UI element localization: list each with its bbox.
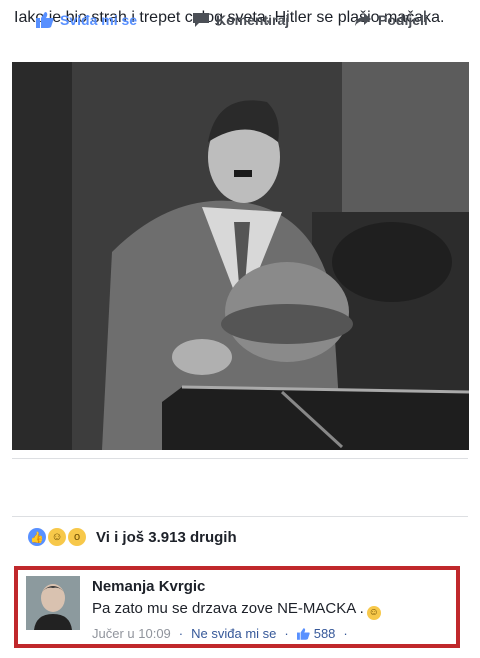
wow-icon: o: [68, 528, 86, 546]
reactions-count[interactable]: Vi i još 3.913 drugih: [96, 529, 237, 546]
like-icon: 👍: [28, 528, 46, 546]
comment-body: Pa zato mu se drzava zove NE-MACKA .: [92, 600, 364, 617]
share-icon: [355, 13, 371, 26]
comment-author[interactable]: Nemanja Kvrgic: [92, 578, 205, 595]
share-label: Podijeli: [378, 12, 428, 28]
comment-icon: [193, 13, 209, 27]
unlike-button[interactable]: Ne sviđa mi se: [191, 626, 276, 641]
comment-meta: Jučer u 10:09 · Ne sviđa mi se · 588 ·: [92, 626, 348, 641]
smiley-emoji-icon: ☺: [366, 606, 381, 620]
comment-like-count: 588: [313, 626, 336, 641]
separator-dot: ·: [178, 626, 184, 641]
comment-text: Pa zato mu se drzava zove NE-MACKA . ☺: [92, 600, 381, 620]
like-button[interactable]: Sviđa mi se: [36, 12, 137, 28]
divider: [12, 516, 468, 517]
divider: [12, 458, 468, 459]
post-photo[interactable]: [12, 62, 469, 450]
comment-button[interactable]: Komentiraj: [192, 12, 289, 28]
comment-label: Komentiraj: [216, 12, 290, 28]
share-button[interactable]: Podijeli: [354, 12, 428, 28]
avatar[interactable]: [26, 576, 80, 630]
separator-dot: ·: [284, 626, 289, 641]
comment-time[interactable]: Jučer u 10:09: [92, 626, 171, 641]
comment-highlight: Nemanja Kvrgic Pa zato mu se drzava zove…: [14, 566, 460, 648]
separator-dot: ·: [343, 626, 348, 641]
haha-icon: ☺: [48, 528, 66, 546]
reactions-summary[interactable]: 👍 ☺ o Vi i još 3.913 drugih: [28, 528, 237, 546]
like-label: Sviđa mi se: [60, 12, 138, 28]
photo-illustration: [12, 62, 469, 450]
thumbs-up-icon: [36, 12, 54, 28]
thumbs-up-icon: [296, 627, 310, 640]
avatar-image: [26, 576, 80, 630]
comment-likes[interactable]: 588: [296, 626, 336, 641]
